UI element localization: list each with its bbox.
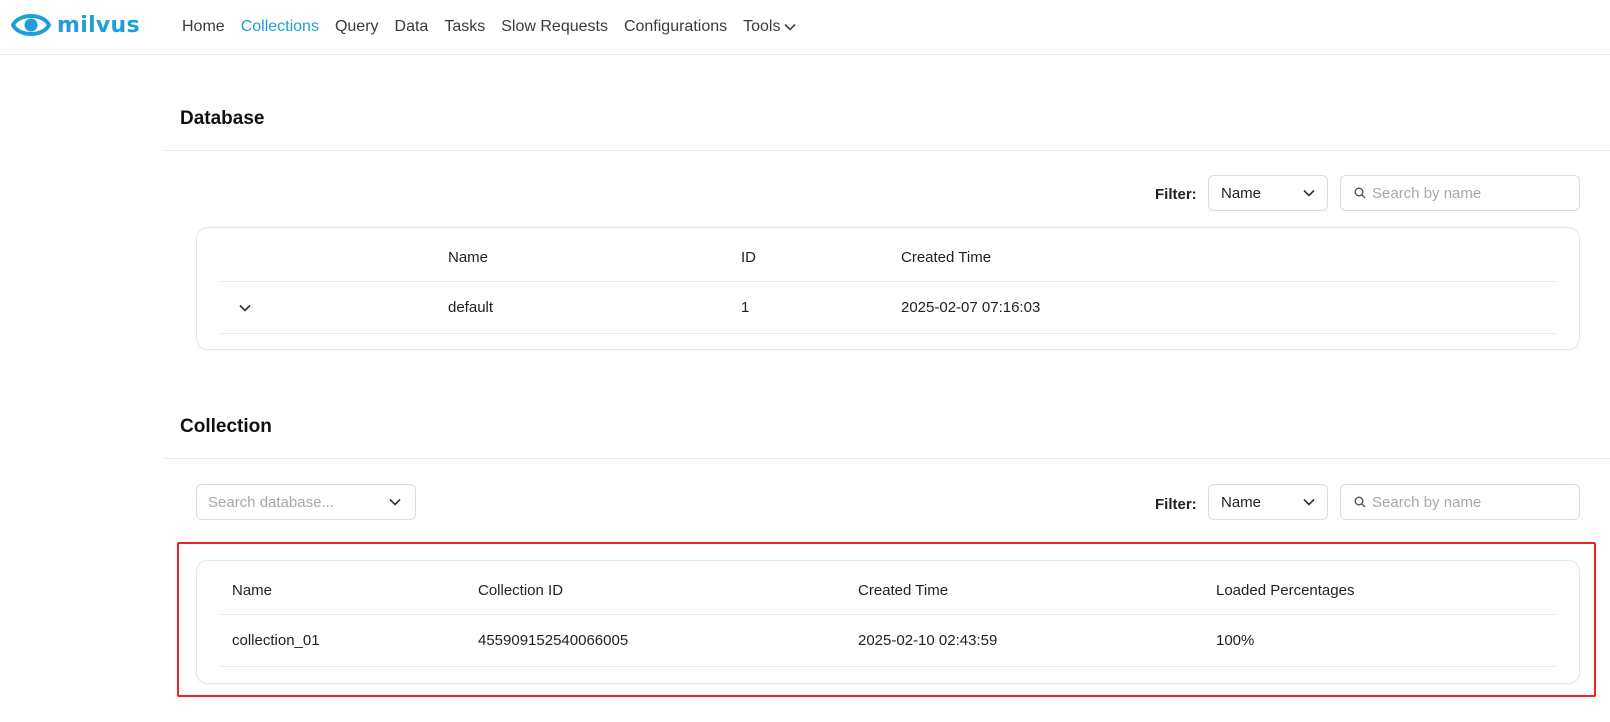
logo-text: milvus [57,12,140,38]
database-filter-label: Filter: [1155,186,1197,203]
nav-slow-requests[interactable]: Slow Requests [501,18,608,36]
database-name-cell: default [448,299,494,316]
collection-filter-value: Name [1221,493,1262,511]
database-created-cell: 2025-02-07 07:16:03 [901,299,1041,316]
chevron-down-icon [239,304,251,312]
database-section-title: Database [180,108,265,129]
table-row[interactable]: default 1 2025-02-07 07:16:03 [220,282,1556,334]
nav-tools-label: Tools [743,18,781,35]
column-header-id: ID [741,249,756,266]
collection-filter-select[interactable]: Name [1208,484,1328,520]
collection-divider [164,458,1610,459]
database-id-cell: 1 [741,299,750,316]
milvus-logo[interactable]: milvus [11,8,140,42]
column-header-name: Name [448,249,489,266]
database-divider [164,150,1610,151]
database-filter-value: Name [1221,184,1262,202]
nav-tasks[interactable]: Tasks [444,18,485,36]
database-search-box[interactable] [1340,175,1580,211]
database-select-input[interactable] [208,493,378,511]
nav-configurations[interactable]: Configurations [624,18,727,36]
collection-search-box[interactable] [1340,484,1580,520]
collection-filter-label: Filter: [1155,496,1197,513]
expand-row-button[interactable] [239,299,251,316]
highlight-annotation-box [177,542,1596,697]
collection-search-input[interactable] [1372,493,1562,511]
top-nav-bar: milvus Home Collections Query Data Tasks… [0,0,1610,55]
chevron-down-icon [1303,189,1315,197]
nav-tools-menu[interactable]: Tools [743,18,797,36]
database-select-combobox[interactable] [196,484,416,520]
database-search-input[interactable] [1372,184,1562,202]
nav-collections[interactable]: Collections [241,18,319,36]
nav-data[interactable]: Data [395,18,429,36]
database-table-card: Name ID Created Time default 1 2025-02-0… [196,227,1580,350]
nav-query[interactable]: Query [335,18,379,36]
search-icon [1354,496,1366,508]
database-filter-select[interactable]: Name [1208,175,1328,211]
collection-section-title: Collection [180,416,272,437]
database-table-header: Name ID Created Time [220,228,1556,282]
chevron-down-icon [784,23,797,31]
nav-home[interactable]: Home [182,18,225,36]
chevron-down-icon [1303,498,1315,506]
column-header-created-time: Created Time [901,249,992,266]
eye-logo-icon [11,14,51,36]
chevron-down-icon [389,498,401,506]
search-icon [1354,187,1366,199]
main-nav: Home Collections Query Data Tasks Slow R… [182,18,812,36]
